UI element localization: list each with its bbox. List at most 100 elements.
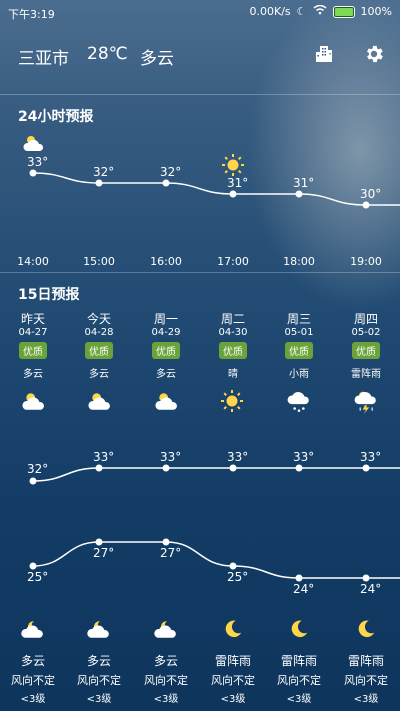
hourly-time: 17:00: [217, 255, 249, 268]
wind-level: <3级: [86, 694, 112, 705]
wind-level: <3级: [153, 694, 179, 705]
daily-low-point: [29, 562, 37, 570]
daily-high-point: [29, 477, 37, 485]
daily-high-point: [95, 464, 103, 472]
wind-level: <3级: [286, 694, 312, 705]
day-date: 05-02: [351, 327, 381, 338]
day-label: 周四: [353, 312, 378, 326]
hourly-point: [95, 179, 103, 187]
night-condition: 多云: [86, 654, 111, 668]
wind-level: <3级: [353, 694, 379, 705]
day-label: 周二: [220, 312, 245, 326]
divider: [0, 272, 400, 273]
daily-low-point: [95, 538, 103, 546]
night-info: 多云 风向不定 <3级: [66, 652, 132, 705]
hourly-point: [29, 169, 37, 177]
aqi-badge: 优质: [219, 342, 247, 359]
day-date: 04-29: [151, 327, 181, 338]
day-column[interactable]: 周二 04-30 优质 晴: [200, 310, 266, 380]
day-condition: 多云: [89, 369, 109, 380]
night-info: 雷阵雨 风向不定 <3级: [333, 652, 399, 705]
daily-low-temp: 27°: [93, 546, 115, 560]
day-label: 周三: [286, 312, 311, 326]
night-condition: 多云: [153, 654, 178, 668]
hourly-temp: 32°: [160, 165, 182, 179]
cloudy-day-icon: [20, 390, 48, 416]
daily-low-line: [32, 541, 400, 579]
hourly-temp: 32°: [93, 165, 115, 179]
daily-low-temp: 25°: [227, 570, 249, 584]
daily-high-line: [32, 467, 400, 482]
night-condition: 雷阵雨: [280, 654, 317, 668]
daily-title: 15日预报: [18, 287, 80, 303]
wind-direction: 风向不定: [77, 674, 121, 687]
hourly-temp: 30°: [360, 187, 382, 201]
wind-level: <3级: [20, 694, 46, 705]
day-column[interactable]: 昨天 04-27 优质 多云: [0, 310, 66, 380]
day-column[interactable]: 周一 04-29 优质 多云: [133, 310, 199, 380]
sun-icon: [220, 389, 244, 417]
aqi-badge: 优质: [352, 342, 380, 359]
hourly-time: 14:00: [17, 255, 49, 268]
daily-high-temp: 33°: [93, 450, 115, 464]
moon-icon: [355, 618, 377, 644]
cloudy-night-icon: [86, 618, 114, 644]
day-label: 今天: [86, 312, 111, 326]
moon-icon: [222, 618, 244, 644]
cloudy-day-icon: [22, 133, 46, 157]
aqi-badge: 优质: [152, 342, 180, 359]
daily-high-point: [229, 464, 237, 472]
day-label: 周一: [153, 312, 178, 326]
day-column[interactable]: 周三 05-01 优质 小雨: [266, 310, 332, 380]
night-condition: 多云: [20, 654, 45, 668]
day-date: 04-28: [84, 327, 114, 338]
wind-direction: 风向不定: [344, 674, 388, 687]
night-condition: 雷阵雨: [347, 654, 384, 668]
cloudy-day-icon: [153, 390, 181, 416]
aqi-badge: 优质: [19, 342, 47, 359]
wind-direction: 风向不定: [277, 674, 321, 687]
night-info: 雷阵雨 风向不定 <3级: [200, 652, 266, 705]
day-condition: 雷阵雨: [351, 369, 381, 380]
hourly-temp: 31°: [227, 176, 249, 190]
day-date: 04-30: [218, 327, 248, 338]
hourly-time: 16:00: [150, 255, 182, 268]
night-condition: 雷阵雨: [214, 654, 251, 668]
aqi-badge: 优质: [85, 342, 113, 359]
hourly-time: 19:00: [350, 255, 382, 268]
daily-low-temp: 24°: [360, 582, 382, 596]
wind-direction: 风向不定: [211, 674, 255, 687]
daily-low-temp: 24°: [293, 582, 315, 596]
daily-low-point: [295, 574, 303, 582]
cloudy-night-icon: [20, 618, 48, 644]
daily-low-point: [229, 562, 237, 570]
night-info: 多云 风向不定 <3级: [0, 652, 66, 705]
moon-icon: [288, 618, 310, 644]
hourly-temp: 33°: [27, 155, 49, 169]
daily-high-temp: 33°: [360, 450, 382, 464]
hourly-time: 15:00: [83, 255, 115, 268]
thunderstorm-icon: [353, 389, 379, 419]
hourly-temp: 31°: [293, 176, 315, 190]
wind-level: <3级: [220, 694, 246, 705]
day-condition: 小雨: [289, 369, 309, 380]
night-info: 雷阵雨 风向不定 <3级: [266, 652, 332, 705]
hourly-temp-line: [32, 172, 400, 206]
daily-high-point: [362, 464, 370, 472]
daily-low-point: [162, 538, 170, 546]
daily-high-temp: 33°: [293, 450, 315, 464]
hourly-point: [295, 190, 303, 198]
night-info: 多云 风向不定 <3级: [133, 652, 199, 705]
hourly-point: [362, 201, 370, 209]
daily-high-temp: 33°: [227, 450, 249, 464]
daily-high-temp: 33°: [160, 450, 182, 464]
day-column[interactable]: 周四 05-02 优质 雷阵雨: [333, 310, 399, 380]
daily-low-point: [362, 574, 370, 582]
hourly-time: 18:00: [283, 255, 315, 268]
day-condition: 晴: [228, 369, 238, 380]
light-rain-icon: [286, 389, 312, 419]
aqi-badge: 优质: [285, 342, 313, 359]
hourly-point: [162, 179, 170, 187]
day-column[interactable]: 今天 04-28 优质 多云: [66, 310, 132, 380]
hourly-point: [229, 190, 237, 198]
